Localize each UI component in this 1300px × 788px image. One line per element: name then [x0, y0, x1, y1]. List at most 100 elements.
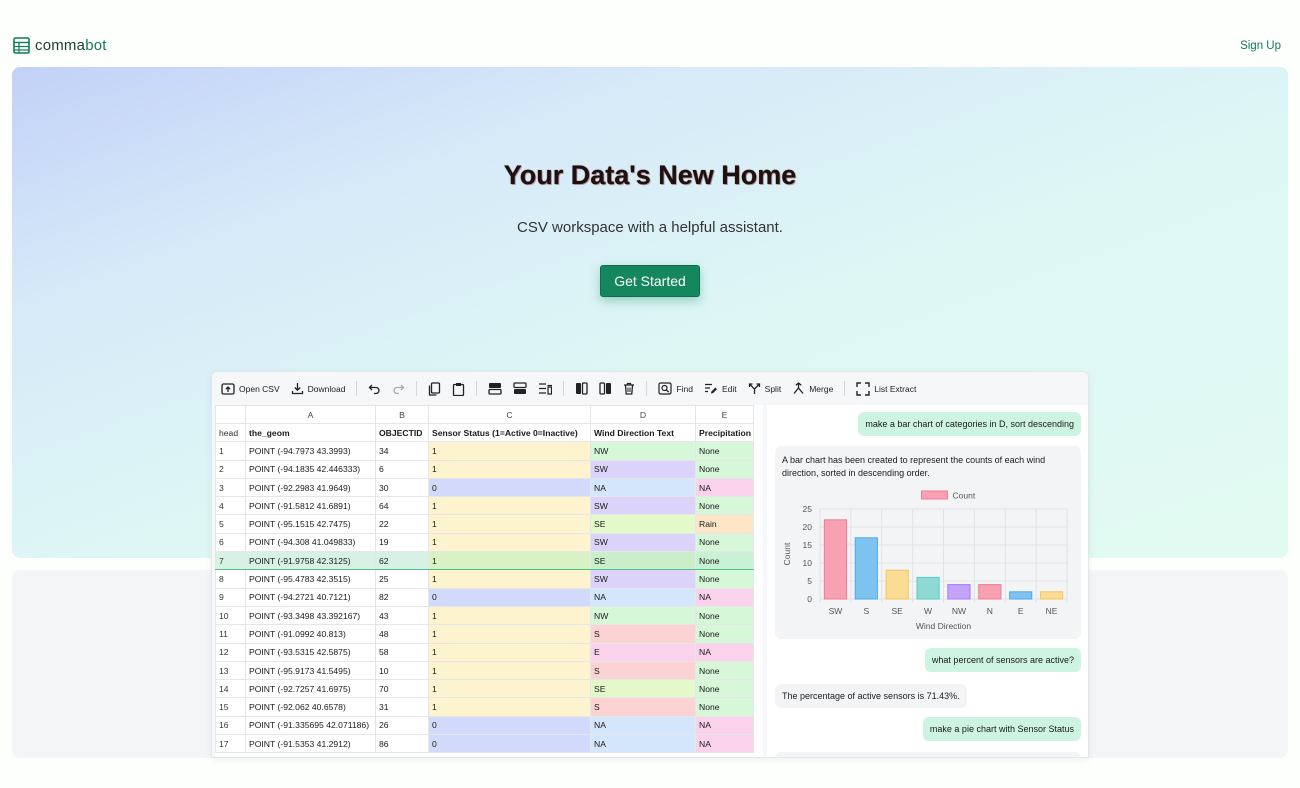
objectid-cell[interactable]: 10 — [375, 660, 429, 681]
header-cell[interactable]: Sensor Status (1=Active 0=Inactive) — [428, 422, 591, 443]
delete-row-button[interactable] — [538, 382, 553, 395]
header-row-label[interactable]: head — [215, 422, 246, 443]
objectid-cell[interactable]: 62 — [375, 551, 429, 571]
objectid-cell[interactable]: 82 — [375, 587, 429, 607]
row-number[interactable]: 8 — [215, 569, 246, 589]
sensor-status-cell[interactable]: 1 — [428, 441, 591, 461]
objectid-cell[interactable]: 48 — [375, 624, 429, 644]
precipitation-cell[interactable]: None — [695, 624, 754, 644]
download-button[interactable]: Download — [291, 382, 345, 395]
geom-cell[interactable]: POINT (-91.9758 42.3125) — [245, 551, 376, 571]
geom-cell[interactable]: POINT (-92.062 40.6578) — [245, 697, 376, 717]
insert-column-right-button[interactable] — [599, 382, 612, 395]
table-row[interactable]: 3 POINT (-92.2983 41.9649) 30 0 NA NA — [215, 477, 754, 498]
table-row[interactable]: 14 POINT (-92.7257 41.6975) 70 1 SE None — [215, 679, 754, 699]
table-row[interactable]: 9 POINT (-94.2721 40.7121) 82 0 NA NA — [215, 587, 754, 607]
sensor-status-cell[interactable]: 0 — [428, 477, 591, 498]
table-row[interactable]: 1 POINT (-94.7973 43.3993) 34 1 NW None — [215, 441, 754, 461]
geom-cell[interactable]: POINT (-91.5353 41.2912) — [245, 734, 376, 754]
wind-direction-cell[interactable]: NA — [590, 587, 696, 607]
table-row[interactable]: 8 POINT (-95.4783 42.3515) 25 1 SW None — [215, 569, 754, 589]
objectid-cell[interactable]: 22 — [375, 514, 429, 534]
table-row[interactable]: 13 POINT (-95.9173 41.5495) 10 1 S None — [215, 660, 754, 681]
insert-column-left-button[interactable] — [575, 382, 589, 395]
row-number[interactable]: 17 — [215, 734, 246, 754]
sign-up-link[interactable]: Sign Up — [1240, 40, 1281, 52]
row-number[interactable]: 16 — [215, 715, 246, 736]
table-row[interactable]: 2 POINT (-94.1835 42.446333) 6 1 SW None — [215, 459, 754, 479]
geom-cell[interactable]: POINT (-94.308 41.049833) — [245, 532, 376, 553]
geom-cell[interactable]: POINT (-93.5315 42.5875) — [245, 642, 376, 662]
sensor-status-cell[interactable]: 0 — [428, 587, 591, 607]
table-row[interactable]: 4 POINT (-91.5812 41.6891) 64 1 SW None — [215, 496, 754, 516]
undo-button[interactable] — [368, 382, 381, 395]
wind-direction-cell[interactable]: SE — [590, 679, 696, 699]
paste-button[interactable] — [452, 382, 465, 396]
table-row[interactable]: 10 POINT (-93.3498 43.392167) 43 1 NW None — [215, 605, 754, 626]
split-button[interactable]: Split — [748, 382, 781, 395]
table-row[interactable]: 17 POINT (-91.5353 41.2912) 86 0 NA NA — [215, 734, 754, 754]
sensor-status-cell[interactable]: 1 — [428, 532, 591, 553]
header-cell[interactable]: Precipitation — [695, 422, 754, 443]
wind-direction-cell[interactable]: S — [590, 697, 696, 717]
geom-cell[interactable]: POINT (-94.1835 42.446333) — [245, 459, 376, 479]
sensor-status-cell[interactable]: 1 — [428, 679, 591, 699]
geom-cell[interactable]: POINT (-94.2721 40.7121) — [245, 587, 376, 607]
table-row[interactable]: 15 POINT (-92.062 40.6578) 31 1 S None — [215, 697, 754, 717]
precipitation-cell[interactable]: NA — [695, 642, 754, 662]
precipitation-cell[interactable]: None — [695, 569, 754, 589]
get-started-button[interactable]: Get Started — [600, 265, 700, 297]
table-row[interactable]: 16 POINT (-91.335695 42.071186) 26 0 NA NA — [215, 715, 754, 736]
header-cell[interactable]: the_geom — [245, 422, 376, 443]
insert-row-below-button[interactable] — [513, 382, 528, 395]
geom-cell[interactable]: POINT (-93.3498 43.392167) — [245, 605, 376, 626]
objectid-cell[interactable]: 30 — [375, 477, 429, 498]
sensor-status-cell[interactable]: 1 — [428, 605, 591, 626]
geom-cell[interactable]: POINT (-95.1515 42.7475) — [245, 514, 376, 534]
geom-cell[interactable]: POINT (-95.9173 41.5495) — [245, 660, 376, 681]
precipitation-cell[interactable]: None — [695, 459, 754, 479]
corner-cell[interactable] — [215, 405, 246, 424]
open-csv-button[interactable]: Open CSV — [221, 382, 280, 395]
wind-direction-cell[interactable]: NA — [590, 477, 696, 498]
precipitation-cell[interactable]: NA — [695, 477, 754, 498]
objectid-cell[interactable]: 43 — [375, 605, 429, 626]
wind-direction-cell[interactable]: E — [590, 642, 696, 662]
find-button[interactable]: Find — [658, 382, 693, 395]
copy-button[interactable] — [428, 381, 441, 396]
wind-direction-cell[interactable]: SE — [590, 551, 696, 571]
sensor-status-cell[interactable]: 1 — [428, 496, 591, 516]
row-number[interactable]: 9 — [215, 587, 246, 607]
row-number[interactable]: 12 — [215, 642, 246, 662]
objectid-cell[interactable]: 25 — [375, 569, 429, 589]
delete-column-button[interactable] — [623, 382, 635, 395]
precipitation-cell[interactable]: Rain — [695, 514, 754, 534]
sensor-status-cell[interactable]: 1 — [428, 660, 591, 681]
wind-direction-cell[interactable]: SE — [590, 514, 696, 534]
merge-button[interactable]: Merge — [792, 382, 833, 395]
geom-cell[interactable]: POINT (-92.7257 41.6975) — [245, 679, 376, 699]
row-number[interactable]: 15 — [215, 697, 246, 717]
sensor-status-cell[interactable]: 1 — [428, 459, 591, 479]
wind-direction-cell[interactable]: SW — [590, 496, 696, 516]
wind-direction-cell[interactable]: NW — [590, 605, 696, 626]
objectid-cell[interactable]: 70 — [375, 679, 429, 699]
column-header-c[interactable]: C — [428, 405, 591, 424]
row-number[interactable]: 7 — [215, 551, 246, 571]
wind-direction-cell[interactable]: S — [590, 624, 696, 644]
wind-direction-cell[interactable]: SW — [590, 569, 696, 589]
row-number[interactable]: 10 — [215, 605, 246, 626]
precipitation-cell[interactable]: NA — [695, 734, 754, 754]
wind-direction-cell[interactable]: NA — [590, 715, 696, 736]
precipitation-cell[interactable]: None — [695, 441, 754, 461]
brand-logo[interactable]: commabot — [13, 37, 107, 54]
geom-cell[interactable]: POINT (-91.5812 41.6891) — [245, 496, 376, 516]
column-header-e[interactable]: E — [695, 405, 754, 424]
row-number[interactable]: 5 — [215, 514, 246, 534]
objectid-cell[interactable]: 34 — [375, 441, 429, 461]
row-number[interactable]: 6 — [215, 532, 246, 553]
insert-row-above-button[interactable] — [488, 382, 503, 395]
geom-cell[interactable]: POINT (-94.7973 43.3993) — [245, 441, 376, 461]
column-header-b[interactable]: B — [375, 405, 429, 424]
row-number[interactable]: 4 — [215, 496, 246, 516]
